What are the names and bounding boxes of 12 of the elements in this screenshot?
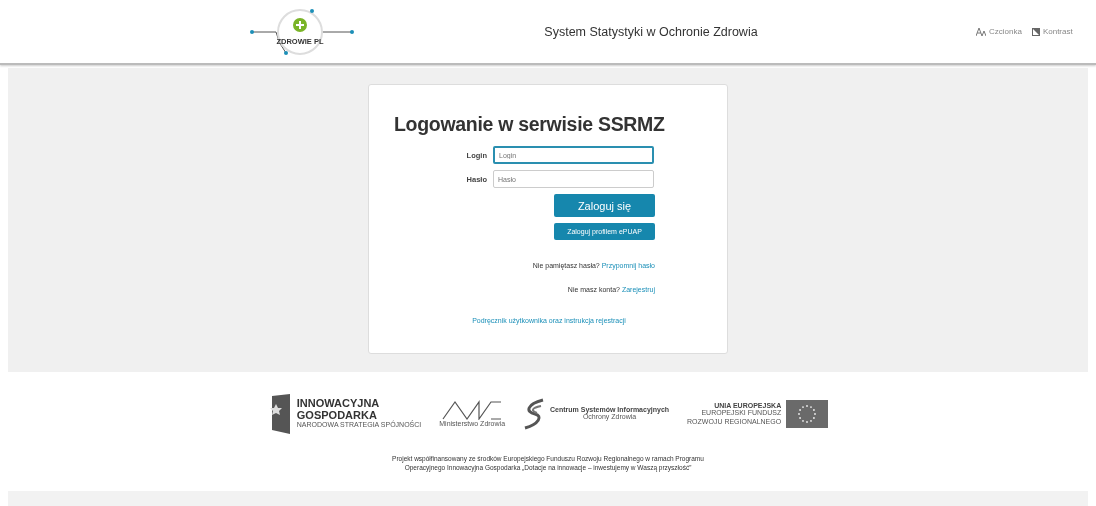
contrast-icon [1031, 27, 1040, 36]
swirl-icon [523, 398, 546, 430]
font-size-icon [976, 27, 986, 36]
logo-text: INNOWACYJNA [296, 398, 380, 410]
login-button[interactable]: Zaloguj się [554, 194, 655, 217]
logo-text: GOSPODARKA [296, 409, 377, 422]
eu-flag-icon [786, 400, 829, 428]
login-heading: Logowanie w serwisie SSRMZ [394, 113, 666, 136]
site-title: System Statystyki w Ochronie Zdrowia [543, 24, 759, 39]
zigzag-logo-icon [441, 399, 504, 420]
contrast-link[interactable]: Kontrast [1031, 27, 1073, 36]
font-size-link[interactable]: Czcionka [976, 27, 1022, 36]
